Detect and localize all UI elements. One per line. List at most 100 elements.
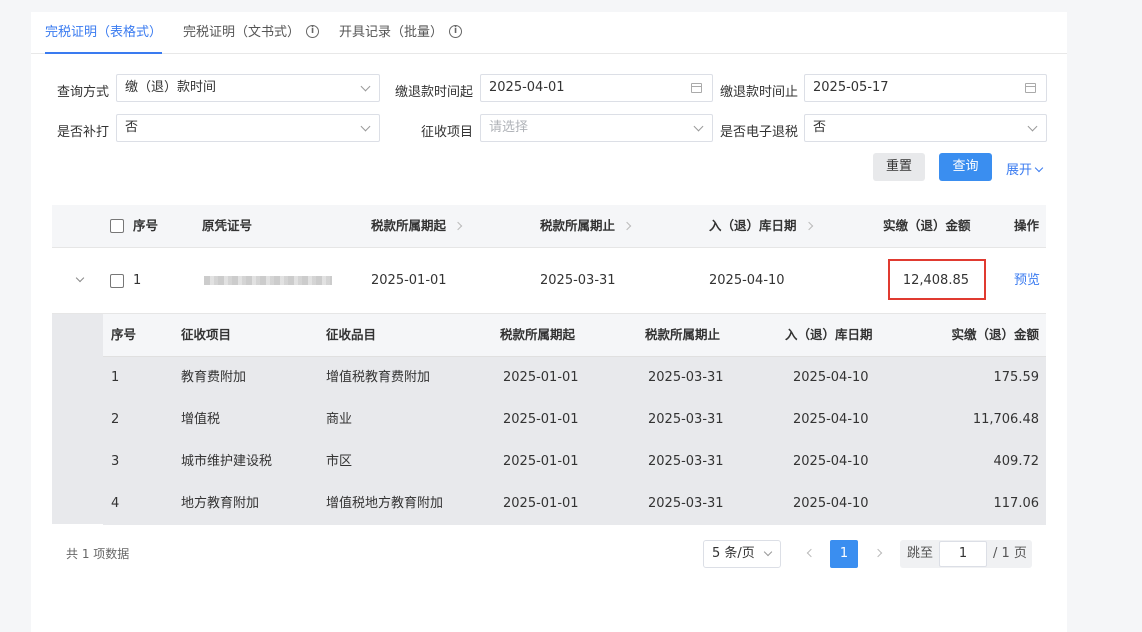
end-time-date-picker[interactable]: 2025-05-17 — [804, 74, 1047, 102]
levy-item-select[interactable]: 请选择 — [480, 114, 713, 142]
levy-item-label: 征收项目 — [420, 125, 473, 140]
header-period-end[interactable]: 税款所属期止 — [540, 205, 632, 247]
detail-period-end: 2025-03-31 — [648, 370, 724, 385]
detail-item: 增值税 — [181, 412, 221, 427]
detail-seq: 3 — [111, 454, 120, 469]
e-refund-select[interactable]: 否 — [804, 114, 1047, 142]
jump-page-input[interactable]: 1 — [939, 541, 987, 567]
end-time-label: 缴退款时间止 — [719, 85, 798, 100]
detail-period-end: 2025-03-31 — [648, 412, 724, 427]
detail-category: 市区 — [326, 454, 353, 469]
table-header: 序号 原凭证号 税款所属期起 税款所属期止 入（退）库日期 实缴（退）金额 操作 — [52, 205, 1046, 248]
detail-period-start: 2025-01-01 — [503, 454, 579, 469]
reprint-label: 是否补打 — [56, 125, 109, 140]
detail-amount: 409.72 — [993, 454, 1040, 469]
detail-store-date: 2025-04-10 — [793, 496, 869, 511]
header-period-start[interactable]: 税款所属期起 — [371, 205, 463, 247]
header-seq: 序号 — [133, 218, 159, 233]
detail-store-date: 2025-04-10 — [793, 370, 869, 385]
calendar-icon — [1025, 83, 1036, 93]
detail-period-end: 2025-03-31 — [648, 496, 724, 511]
detail-category: 增值税教育费附加 — [326, 370, 431, 385]
page-jumper: 跳至 1 / 1 页 — [900, 540, 1032, 568]
detail-amount: 117.06 — [993, 496, 1040, 511]
row-checkbox[interactable] — [110, 274, 124, 288]
sort-icon — [622, 221, 632, 231]
tab-tax-certificate-document[interactable]: 完税证明（文书式） i — [183, 12, 320, 53]
amount-highlight-box — [888, 259, 986, 300]
detail-header: 序号 征收项目 征收品目 税款所属期起 税款所属期止 入（退）库日期 实缴（退）… — [103, 314, 1046, 357]
header-voucher: 原凭证号 — [202, 218, 253, 233]
chevron-down-icon — [1034, 163, 1044, 173]
detail-seq: 4 — [111, 496, 120, 511]
detail-item: 教育费附加 — [181, 370, 247, 385]
row-period-end: 2025-03-31 — [540, 273, 616, 288]
detail-period-start: 2025-01-01 — [503, 412, 579, 427]
main-panel: 完税证明（表格式） 完税证明（文书式） i 开具记录（批量） i 查询方式 缴（退）… — [31, 12, 1067, 632]
jump-label: 跳至 — [907, 546, 934, 561]
redacted-voucher — [204, 276, 332, 285]
chevron-down-icon — [1027, 121, 1038, 132]
page-size-select[interactable]: 5 条/页 — [703, 540, 781, 568]
query-method-select[interactable]: 缴（退）款时间 — [116, 74, 380, 102]
select-all-checkbox[interactable] — [110, 219, 124, 233]
tab-issuance-records[interactable]: 开具记录（批量） i — [339, 12, 463, 53]
detail-store-date: 2025-04-10 — [793, 412, 869, 427]
calendar-icon — [691, 83, 702, 93]
detail-amount: 175.59 — [993, 370, 1040, 385]
expand-row-icon[interactable] — [75, 273, 85, 283]
row-period-start: 2025-01-01 — [371, 273, 447, 288]
detail-table: 序号 征收项目 征收品目 税款所属期起 税款所属期止 入（退）库日期 实缴（退）… — [52, 314, 1046, 525]
detail-period-end: 2025-03-31 — [648, 454, 724, 469]
detail-amount: 11,706.48 — [972, 412, 1039, 427]
detail-period-start: 2025-01-01 — [503, 496, 579, 511]
expand-toggle[interactable]: 展开 — [1006, 159, 1044, 178]
chevron-down-icon — [693, 121, 704, 132]
next-page-icon[interactable] — [873, 548, 883, 558]
start-time-label: 缴退款时间起 — [394, 85, 473, 100]
chevron-down-icon — [360, 121, 371, 132]
detail-item: 城市维护建设税 — [181, 454, 273, 469]
page-button-current[interactable]: 1 — [830, 540, 858, 568]
detail-header-item: 征收项目 — [181, 327, 232, 342]
detail-header-seq: 序号 — [111, 327, 137, 342]
detail-row: 2 增值税 商业 2025-01-01 2025-03-31 2025-04-1… — [103, 399, 1046, 442]
row-seq: 1 — [133, 273, 142, 288]
chevron-down-icon — [763, 547, 773, 557]
detail-seq: 1 — [111, 370, 120, 385]
detail-store-date: 2025-04-10 — [793, 454, 869, 469]
detail-header-period-start: 税款所属期起 — [500, 327, 576, 342]
table-row: 1 2025-01-01 2025-03-31 2025-04-10 12,40… — [52, 248, 1046, 314]
start-time-date-picker[interactable]: 2025-04-01 — [480, 74, 713, 102]
query-button[interactable]: 查询 — [939, 153, 992, 181]
detail-header-amount: 实缴（退）金额 — [951, 327, 1039, 342]
info-icon[interactable]: i — [449, 25, 463, 38]
header-store-date[interactable]: 入（退）库日期 — [709, 205, 813, 247]
header-action: 操作 — [1014, 218, 1040, 233]
sort-icon — [453, 221, 463, 231]
detail-row: 4 地方教育附加 增值税地方教育附加 2025-01-01 2025-03-31… — [103, 483, 1046, 525]
detail-period-start: 2025-01-01 — [503, 370, 579, 385]
detail-category: 增值税地方教育附加 — [326, 496, 444, 511]
query-method-label: 查询方式 — [56, 85, 109, 100]
info-icon[interactable]: i — [306, 25, 320, 38]
detail-item: 地方教育附加 — [181, 496, 260, 511]
detail-row: 1 教育费附加 增值税教育费附加 2025-01-01 2025-03-31 2… — [103, 357, 1046, 400]
detail-seq: 2 — [111, 412, 120, 427]
detail-header-store-date: 入（退）库日期 — [785, 327, 873, 342]
chevron-down-icon — [360, 81, 371, 92]
e-refund-label: 是否电子退税 — [719, 125, 798, 140]
sort-icon — [804, 221, 813, 231]
reset-button[interactable]: 重置 — [873, 153, 925, 181]
prev-page-icon[interactable] — [806, 548, 816, 558]
row-store-date: 2025-04-10 — [709, 273, 785, 288]
detail-header-category: 征收品目 — [326, 327, 377, 342]
reprint-select[interactable]: 否 — [116, 114, 380, 142]
tab-tax-certificate-table[interactable]: 完税证明（表格式） — [45, 12, 163, 54]
total-pages: / 1 页 — [993, 546, 1027, 561]
preview-link[interactable]: 预览 — [1014, 248, 1040, 313]
detail-header-period-end: 税款所属期止 — [645, 327, 721, 342]
header-amount: 实缴（退）金额 — [883, 218, 971, 233]
total-count: 共 1 项数据 — [66, 547, 130, 561]
tab-bar: 完税证明（表格式） 完税证明（文书式） i 开具记录（批量） i — [31, 12, 1067, 54]
